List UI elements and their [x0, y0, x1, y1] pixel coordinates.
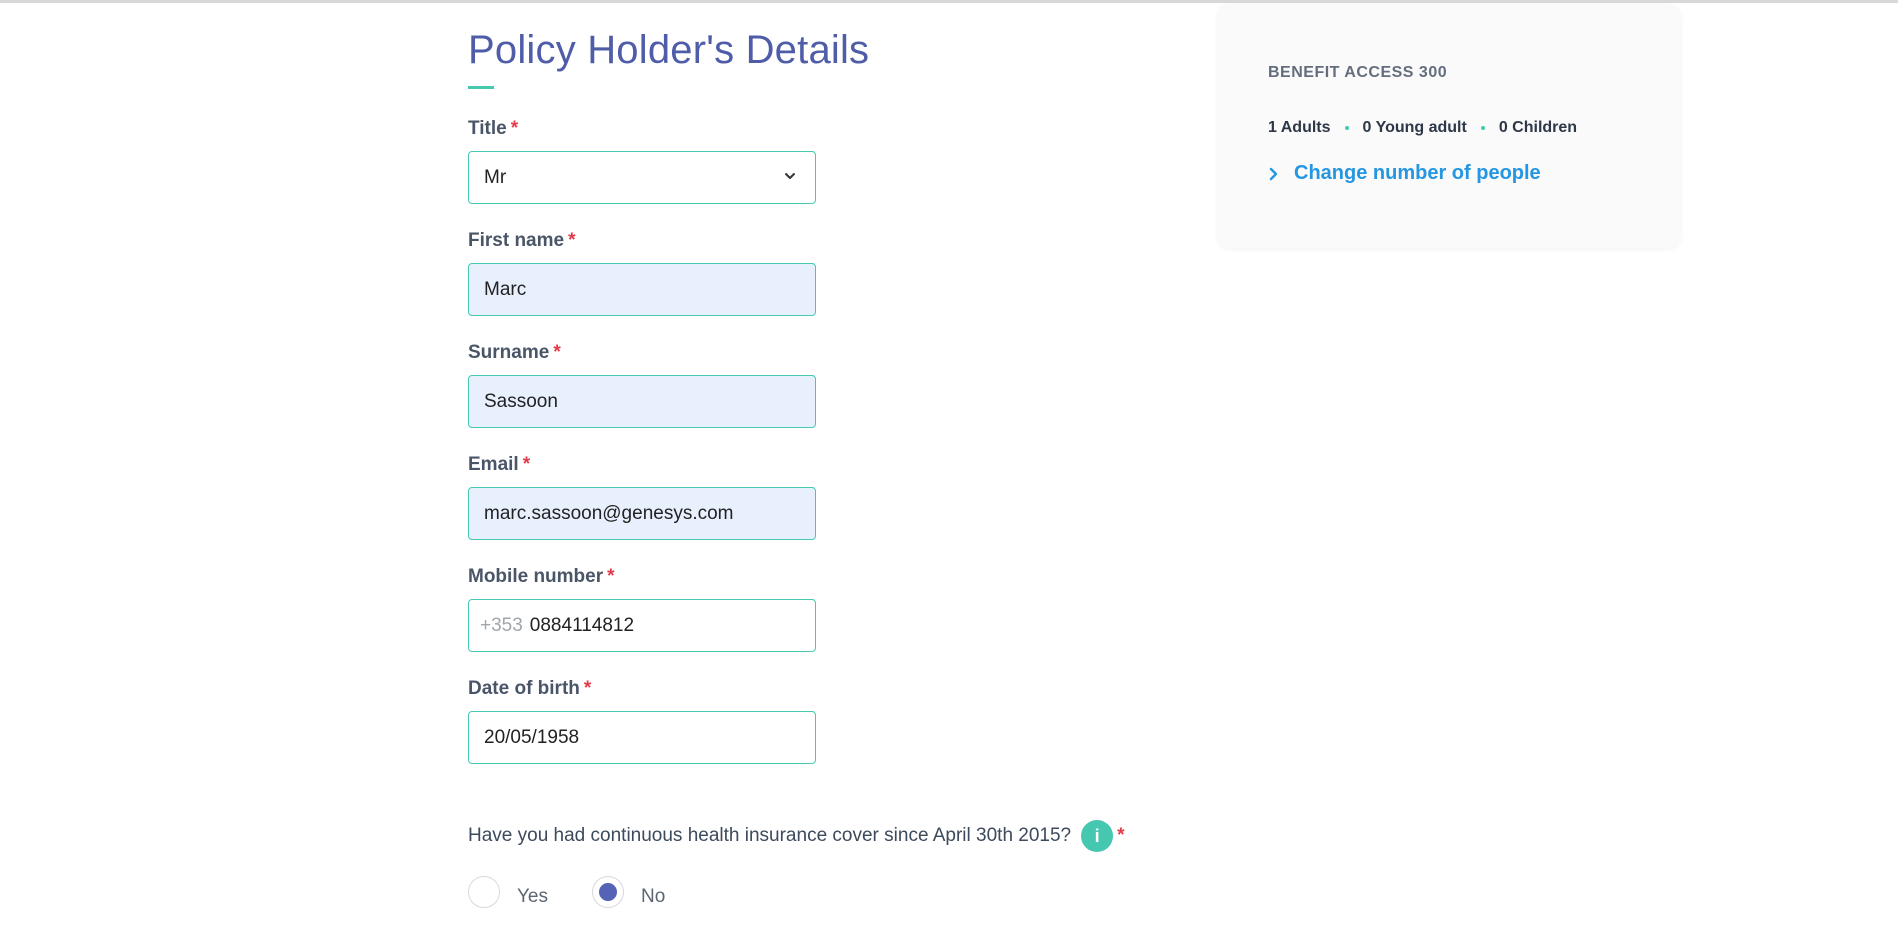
page-title: Policy Holder's Details: [468, 28, 870, 72]
first-name-input[interactable]: Marc: [468, 263, 816, 316]
required-mark: *: [553, 342, 561, 363]
required-mark: *: [1117, 825, 1125, 846]
mobile-number-input[interactable]: +353 0884114812: [468, 599, 816, 652]
plan-name: BENEFIT ACCESS 300: [1268, 64, 1448, 81]
email-input[interactable]: marc.sassoon@genesys.com: [468, 487, 816, 540]
email-label: Email *: [468, 454, 531, 475]
info-icon[interactable]: i: [1081, 820, 1114, 852]
continuous-cover-question: Have you had continuous health insurance…: [468, 819, 1125, 853]
date-of-birth-input[interactable]: 20/05/1958: [468, 711, 816, 764]
radio-yes[interactable]: [468, 876, 500, 908]
radio-selected-dot: [599, 883, 617, 901]
chevron-right-icon: [1269, 167, 1278, 180]
mobile-number-value: 0884114812: [529, 614, 635, 636]
required-mark: *: [607, 566, 615, 587]
title-label: Title *: [468, 118, 519, 139]
change-number-of-people-link[interactable]: Change number of people: [1268, 162, 1541, 185]
radio-no-label[interactable]: No: [641, 886, 665, 908]
separator-dot: [1480, 126, 1485, 130]
title-field: Title * Mr: [468, 117, 816, 204]
radio-yes-label[interactable]: Yes: [517, 886, 548, 908]
policy-holder-form: Policy Holder's Details Title * Mr First …: [468, 24, 1188, 908]
top-divider: [0, 0, 1898, 3]
required-mark: *: [568, 230, 576, 251]
required-mark: *: [583, 678, 592, 699]
separator-dot: [1344, 126, 1349, 130]
young-adults-count: 0 Young adult: [1362, 119, 1467, 136]
surname-label: Surname *: [468, 342, 561, 363]
mobile-number-label: Mobile number *: [468, 566, 615, 587]
first-name-label: First name *: [468, 230, 576, 251]
email-field: Email * marc.sassoon@genesys.com: [468, 453, 816, 540]
adults-count: 1 Adults: [1268, 119, 1331, 136]
continuous-cover-options: Yes No: [468, 876, 665, 908]
people-summary: 1 Adults 0 Young adult 0 Children: [1268, 119, 1577, 137]
surname-field: Surname * Sassoon: [468, 341, 816, 428]
question-text: Have you had continuous health insurance…: [468, 825, 1072, 846]
title-select[interactable]: Mr: [468, 151, 816, 204]
date-of-birth-label: Date of birth *: [468, 678, 592, 699]
plan-summary-card: BENEFIT ACCESS 300 1 Adults 0 Young adul…: [1218, 4, 1680, 248]
required-mark: *: [510, 118, 519, 139]
date-of-birth-field: Date of birth * 20/05/1958: [468, 677, 816, 764]
country-code-prefix: +353: [480, 614, 523, 636]
children-count: 0 Children: [1498, 119, 1578, 136]
required-mark: *: [522, 454, 531, 475]
radio-no[interactable]: [592, 876, 624, 908]
chevron-down-icon: [785, 173, 795, 179]
mobile-number-field: Mobile number * +353 0884114812: [468, 565, 816, 652]
surname-input[interactable]: Sassoon: [468, 375, 816, 428]
title-select-value: Mr: [484, 166, 507, 188]
change-link-label: Change number of people: [1294, 162, 1541, 184]
title-underline: [468, 86, 494, 89]
first-name-field: First name * Marc: [468, 229, 816, 316]
